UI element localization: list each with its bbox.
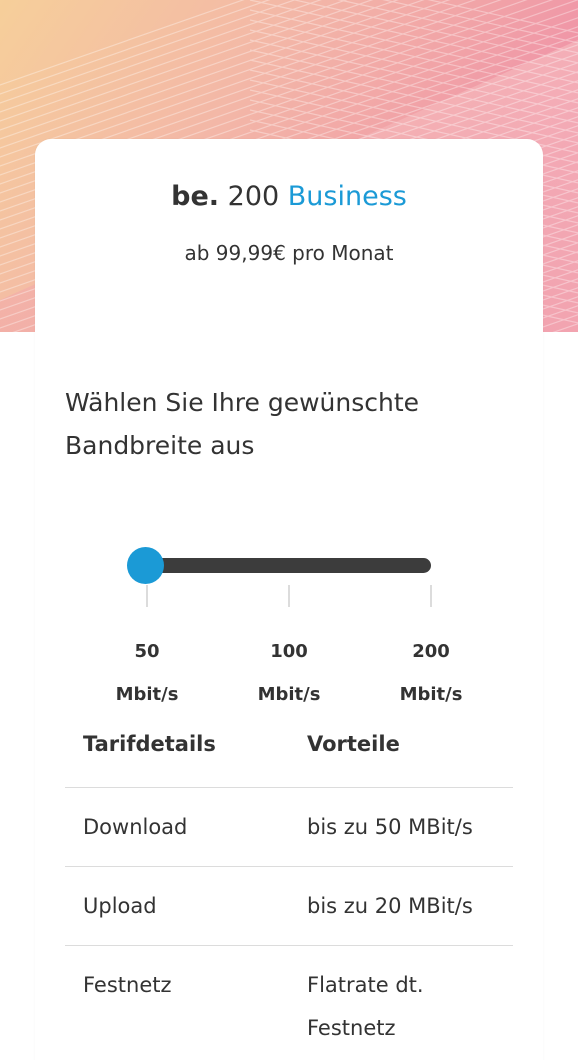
slider-option-value: 100 xyxy=(270,641,308,662)
bandwidth-heading: Wählen Sie Ihre gewünschte Bandbreite au… xyxy=(65,381,485,467)
bandwidth-heading-line2: Bandbreite aus xyxy=(65,431,255,460)
product-name: Business xyxy=(287,181,407,212)
slider-option-50[interactable]: 50 Mbit/s xyxy=(87,630,207,716)
table-header-details: Tarifdetails xyxy=(83,732,216,756)
slider-tick-200 xyxy=(430,585,432,607)
bandwidth-heading-line1: Wählen Sie Ihre gewünschte xyxy=(65,388,420,417)
table-row-label: Upload xyxy=(83,894,157,918)
slider-option-200[interactable]: 200 Mbit/s xyxy=(371,630,491,716)
slider-option-unit: Mbit/s xyxy=(115,684,179,705)
slider-track[interactable] xyxy=(145,558,431,573)
product-title: be. 200 Business xyxy=(35,177,543,217)
slider-option-value: 200 xyxy=(412,641,450,662)
tariff-details-table: Tarifdetails Vorteile Download bis zu 50… xyxy=(65,727,513,1056)
table-row-label: Festnetz xyxy=(83,973,172,997)
table-header-row: Tarifdetails Vorteile xyxy=(65,727,513,788)
slider-tick-50 xyxy=(146,585,148,607)
product-speed: 200 xyxy=(227,181,280,212)
table-row-label: Download xyxy=(83,815,188,839)
slider-option-100[interactable]: 100 Mbit/s xyxy=(229,630,349,716)
table-row-value: Flatrate dt. Festnetz xyxy=(307,973,424,1040)
bandwidth-slider[interactable] xyxy=(127,547,433,584)
slider-option-value: 50 xyxy=(134,641,160,662)
table-row: Upload bis zu 20 MBit/s xyxy=(65,867,513,946)
tariff-card: be. 200 Business ab 99,99€ pro Monat Wäh… xyxy=(35,139,543,1060)
table-row: Festnetz Flatrate dt. Festnetz xyxy=(65,946,513,1056)
table-row-value: bis zu 20 MBit/s xyxy=(307,894,473,918)
table-row: Download bis zu 50 MBit/s xyxy=(65,788,513,867)
product-brand: be. xyxy=(171,181,220,212)
slider-thumb[interactable] xyxy=(127,547,164,584)
slider-option-unit: Mbit/s xyxy=(257,684,321,705)
slider-option-unit: Mbit/s xyxy=(399,684,463,705)
page: be. 200 Business ab 99,99€ pro Monat Wäh… xyxy=(0,0,578,1060)
table-header-benefits: Vorteile xyxy=(307,732,400,756)
table-row-value: bis zu 50 MBit/s xyxy=(307,815,473,839)
slider-tick-100 xyxy=(288,585,290,607)
price-line: ab 99,99€ pro Monat xyxy=(184,241,394,265)
